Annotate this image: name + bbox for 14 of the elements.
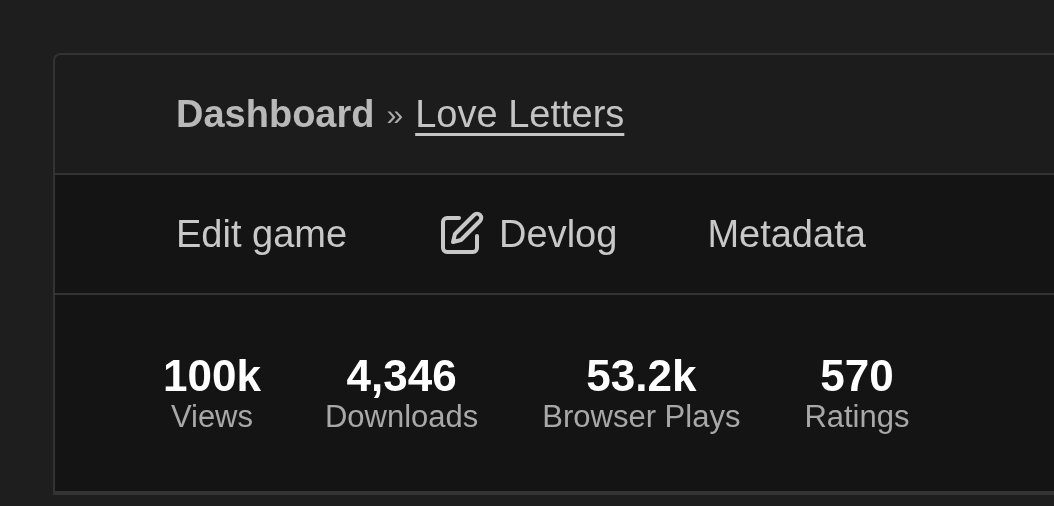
stat-value: 53.2k xyxy=(585,351,698,401)
stat-label: Browser Plays xyxy=(542,400,741,435)
stat-label: Downloads xyxy=(324,400,479,435)
breadcrumb-link[interactable]: Love Letters xyxy=(415,85,625,143)
breadcrumb-separator: » xyxy=(386,96,404,133)
nav-link[interactable]: Metadata xyxy=(707,205,866,263)
nav-link[interactable]: Devlog xyxy=(437,205,618,263)
stat-value: 4,346 xyxy=(345,351,458,401)
nav-link[interactable]: Edit game xyxy=(176,205,348,263)
stat-value: 100k xyxy=(163,351,261,401)
stat-label: Ratings xyxy=(804,400,910,435)
stat-label: Views xyxy=(169,400,254,435)
stat-value: 570 xyxy=(819,351,895,401)
breadcrumb-root: Dashboard xyxy=(176,91,375,137)
